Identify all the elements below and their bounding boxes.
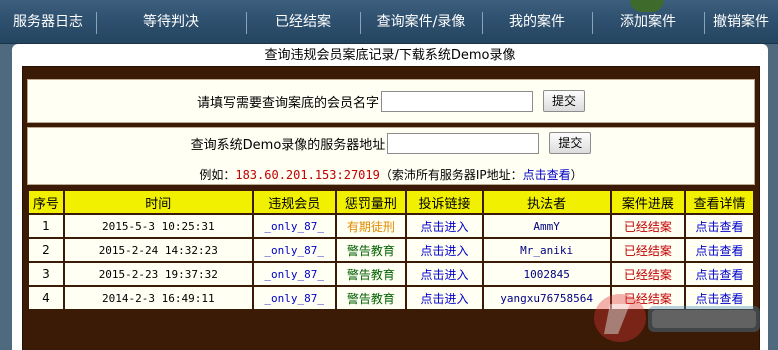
col-header-progress: 案件进展 (611, 191, 685, 213)
table-row: 1 2015-5-3 10:25:31 _only_87_ 有期徒刑 点击进入 … (29, 215, 753, 237)
cell-detail-link[interactable]: 点击查看 (686, 215, 753, 237)
nav-item-revoke-case[interactable]: 撤销案件 (704, 0, 778, 44)
cell-detail-link[interactable]: 点击查看 (686, 263, 753, 285)
cell-complaint-link[interactable]: 点击进入 (407, 215, 482, 237)
example-prefix: 例如： (199, 168, 236, 182)
cell-seq: 1 (29, 215, 63, 237)
cell-enforcer-link[interactable]: AmmY (483, 215, 610, 237)
cell-time: 2015-5-3 10:25:31 (64, 215, 252, 237)
cell-seq: 2 (29, 239, 63, 261)
cell-progress: 已经结案 (611, 215, 685, 237)
cell-progress: 已经结案 (611, 263, 685, 285)
cell-time: 2015-2-24 14:32:23 (64, 239, 252, 261)
cell-seq: 3 (29, 263, 63, 285)
cell-detail-link[interactable]: 点击查看 (686, 239, 753, 261)
cell-seq: 4 (29, 287, 63, 309)
col-header-enforcer: 执法者 (483, 191, 610, 213)
member-submit-button[interactable]: 提交 (543, 90, 586, 112)
top-nav: 服务器日志 等待判决 已经结案 查询案件/录像 我的案件 添加案件 撤销案件 (0, 0, 778, 44)
cell-punishment: 有期徒刑 (336, 215, 406, 237)
watermark-logo-icon (594, 294, 760, 342)
server-address-input[interactable] (387, 132, 540, 154)
cell-punishment: 警告教育 (336, 239, 406, 261)
col-header-time: 时间 (64, 191, 252, 213)
nav-item-my-cases[interactable]: 我的案件 (482, 0, 592, 44)
nav-item-query[interactable]: 查询案件/录像 (360, 0, 482, 44)
col-header-detail: 查看详情 (686, 191, 753, 213)
server-ip-link[interactable]: 点击查看 (523, 166, 571, 183)
cell-member-link[interactable]: _only_87_ (253, 215, 335, 237)
example-line: 例如： 183.60.201.153:27019 （索沛所有服务器IP地址： 点… (28, 166, 754, 183)
table-header-row: 序号 时间 违规会员 惩罚量刑 投诉链接 执法者 案件进展 查看详情 (29, 191, 753, 213)
cell-punishment: 警告教育 (336, 263, 406, 285)
cell-member-link[interactable]: _only_87_ (253, 239, 335, 261)
page-title: 查询违规会员案底记录/下载系统Demo录像 (264, 48, 516, 63)
cell-complaint-link[interactable]: 点击进入 (407, 263, 482, 285)
nav-item-pending[interactable]: 等待判决 (96, 0, 246, 44)
nav-item-closed[interactable]: 已经结案 (246, 0, 360, 44)
table-row: 3 2015-2-23 19:37:32 _only_87_ 警告教育 点击进入… (29, 263, 753, 285)
member-query-box: 请填写需要查询案底的会员名字 提交 (27, 79, 755, 123)
cell-progress: 已经结案 (611, 239, 685, 261)
cell-enforcer-link[interactable]: Mr_aniki (483, 239, 610, 261)
example-note-suffix: ） (570, 168, 583, 182)
cell-complaint-link[interactable]: 点击进入 (407, 239, 482, 261)
col-header-punishment: 惩罚量刑 (336, 191, 406, 213)
cell-punishment: 警告教育 (336, 287, 406, 309)
nav-item-server-log[interactable]: 服务器日志 (0, 0, 96, 44)
cell-time: 2015-2-23 19:37:32 (64, 263, 252, 285)
col-header-complaint: 投诉链接 (407, 191, 482, 213)
col-header-member: 违规会员 (253, 191, 335, 213)
cell-member-link[interactable]: _only_87_ (253, 287, 335, 309)
demo-query-label: 查询系统Demo录像的服务器地址 (190, 137, 386, 153)
member-query-label: 请填写需要查询案底的会员名字 (196, 95, 379, 111)
cell-enforcer-link[interactable]: 1002845 (483, 263, 610, 285)
member-name-input[interactable] (381, 90, 533, 112)
cell-complaint-link[interactable]: 点击进入 (407, 287, 482, 309)
demo-query-box: 查询系统Demo录像的服务器地址 提交 例如： 183.60.201.153:2… (27, 127, 755, 185)
table-row: 2 2015-2-24 14:32:23 _only_87_ 警告教育 点击进入… (29, 239, 753, 261)
example-address: 183.60.201.153:27019 (235, 167, 380, 182)
example-note-prefix: （索沛所有服务器IP地址： (379, 168, 523, 182)
demo-submit-button[interactable]: 提交 (549, 132, 592, 154)
col-header-seq: 序号 (29, 191, 63, 213)
cell-time: 2014-2-3 16:49:11 (64, 287, 252, 309)
cell-member-link[interactable]: _only_87_ (253, 263, 335, 285)
